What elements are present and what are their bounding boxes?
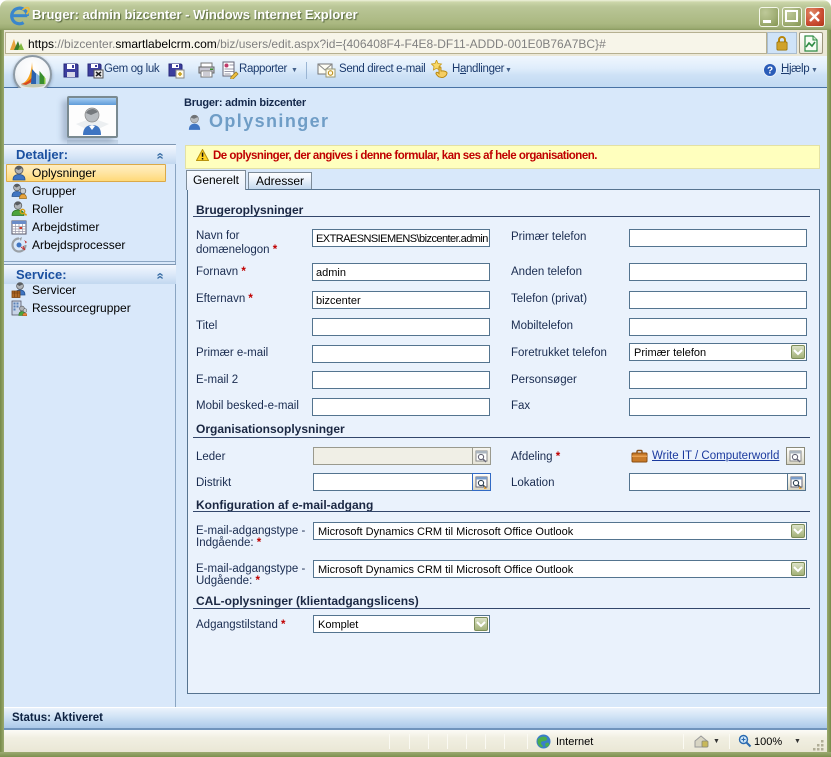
svg-text:?: ? bbox=[767, 66, 773, 77]
